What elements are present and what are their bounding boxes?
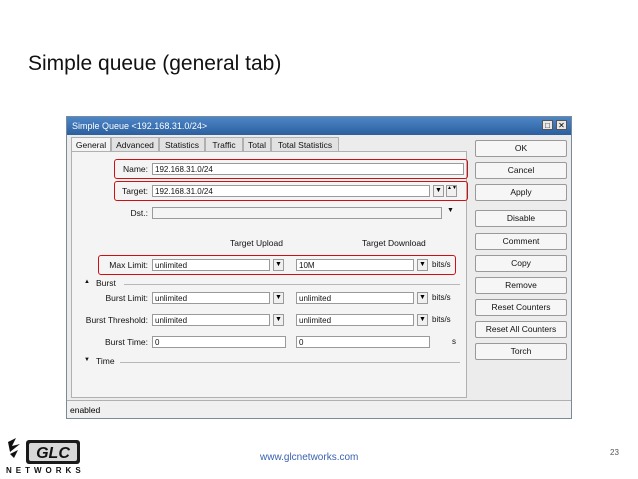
burst-time-label: Burst Time:	[105, 337, 148, 347]
dst-dropdown-icon[interactable]: ▼	[447, 207, 454, 214]
time-divider	[120, 362, 460, 363]
ok-button[interactable]: OK	[475, 140, 567, 157]
reset-all-counters-button[interactable]: Reset All Counters	[475, 321, 567, 338]
name-highlight	[114, 159, 468, 179]
burst-section-label: Burst	[96, 278, 116, 288]
tab-general[interactable]: General	[71, 137, 111, 152]
dst-field[interactable]	[152, 207, 442, 219]
burst-time-download-field[interactable]: 0	[296, 336, 430, 348]
disable-button[interactable]: Disable	[475, 210, 567, 227]
close-icon[interactable]: ✕	[556, 120, 567, 130]
cancel-button[interactable]: Cancel	[475, 162, 567, 179]
burst-limit-download-dropdown-icon[interactable]: ▼	[417, 292, 428, 304]
window-title: Simple Queue <192.168.31.0/24>	[72, 121, 208, 131]
tab-total[interactable]: Total	[243, 137, 271, 151]
burst-time-upload-field[interactable]: 0	[152, 336, 286, 348]
reset-counters-button[interactable]: Reset Counters	[475, 299, 567, 316]
tab-statistics[interactable]: Statistics	[159, 137, 205, 151]
slide-title: Simple queue (general tab)	[28, 52, 282, 75]
burst-time-unit: s	[452, 337, 456, 346]
dst-label: Dst.:	[130, 208, 148, 218]
burst-limit-label: Burst Limit:	[105, 293, 148, 303]
burst-threshold-download-field[interactable]: unlimited	[296, 314, 414, 326]
maximize-icon[interactable]: □	[542, 120, 553, 130]
burst-limit-download-field[interactable]: unlimited	[296, 292, 414, 304]
target-highlight	[114, 181, 468, 201]
tab-traffic[interactable]: Traffic	[205, 137, 243, 151]
copy-button[interactable]: Copy	[475, 255, 567, 272]
window-titlebar[interactable]: Simple Queue <192.168.31.0/24> □ ✕	[67, 117, 571, 135]
burst-threshold-label: Burst Threshold:	[85, 315, 148, 325]
burst-threshold-upload-field[interactable]: unlimited	[152, 314, 270, 326]
tab-total-statistics[interactable]: Total Statistics	[271, 137, 339, 151]
remove-button[interactable]: Remove	[475, 277, 567, 294]
download-header: Target Download	[362, 238, 426, 248]
burst-threshold-unit: bits/s	[432, 315, 451, 324]
burst-limit-upload-dropdown-icon[interactable]: ▼	[273, 292, 284, 304]
burst-limit-upload-field[interactable]: unlimited	[152, 292, 270, 304]
simple-queue-window: Simple Queue <192.168.31.0/24> □ ✕ Gener…	[66, 116, 572, 419]
status-bar: enabled	[67, 400, 571, 418]
upload-header: Target Upload	[230, 238, 283, 248]
svg-text:GLC: GLC	[36, 445, 70, 462]
burst-limit-unit: bits/s	[432, 293, 451, 302]
burst-collapse-icon[interactable]: ▲	[84, 279, 90, 285]
page-number: 23	[610, 448, 619, 457]
tab-advanced[interactable]: Advanced	[111, 137, 159, 151]
time-section-label: Time	[96, 356, 115, 366]
max-limit-highlight	[98, 255, 456, 275]
apply-button[interactable]: Apply	[475, 184, 567, 201]
website-link[interactable]: www.glcnetworks.com	[260, 452, 358, 463]
logo-text: NETWORKS	[6, 466, 85, 475]
comment-button[interactable]: Comment	[475, 233, 567, 250]
torch-button[interactable]: Torch	[475, 343, 567, 360]
time-expand-icon[interactable]: ▼	[84, 357, 90, 363]
burst-threshold-download-dropdown-icon[interactable]: ▼	[417, 314, 428, 326]
burst-threshold-upload-dropdown-icon[interactable]: ▼	[273, 314, 284, 326]
general-panel: Name: 192.168.31.0/24 Target: 192.168.31…	[71, 151, 468, 398]
burst-divider	[124, 284, 460, 285]
